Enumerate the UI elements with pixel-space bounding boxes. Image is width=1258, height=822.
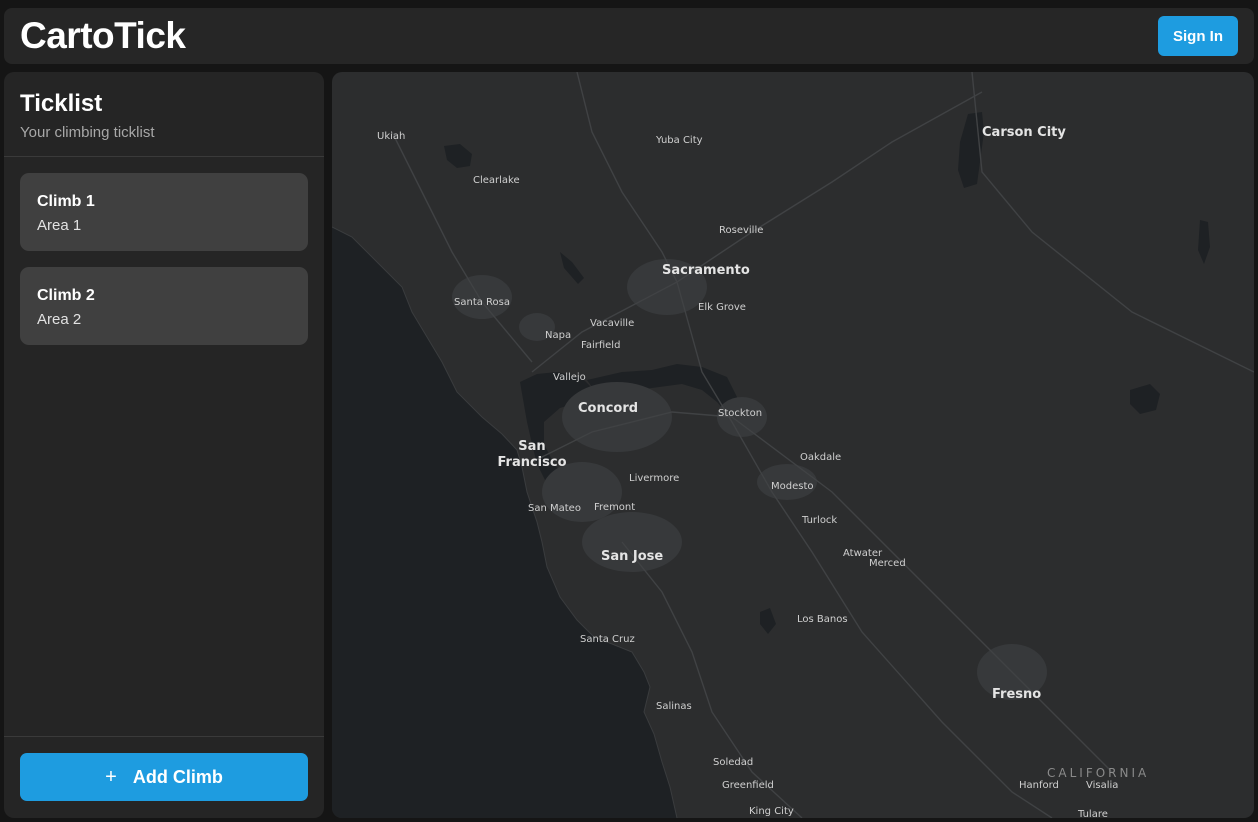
climb-card[interactable]: Climb 2 Area 2	[20, 267, 308, 345]
climb-area: Area 1	[37, 217, 82, 234]
city-label: Greenfield	[722, 780, 774, 791]
ticklist-subtitle: Your climbing ticklist	[20, 124, 155, 141]
plus-icon: +	[105, 765, 117, 788]
climb-card[interactable]: Climb 1 Area 1	[20, 173, 308, 251]
city-label: Stockton	[718, 408, 762, 419]
city-label: Ukiah	[377, 131, 405, 142]
city-label-major: San Jose	[601, 549, 663, 564]
city-label: Vallejo	[553, 372, 586, 383]
region-label: CALIFORNIA	[1047, 766, 1149, 780]
ticklist-header: Ticklist Your climbing ticklist	[4, 72, 324, 157]
city-label: Tulare	[1077, 809, 1108, 818]
add-climb-label: Add Climb	[132, 766, 223, 787]
city-label: Roseville	[719, 225, 763, 236]
city-label: Hanford	[1019, 780, 1059, 791]
app-logo: CartoTick	[20, 15, 186, 56]
lake	[760, 608, 776, 634]
ticklist-footer: + Add Climb	[4, 736, 324, 818]
climb-name: Climb 1	[37, 193, 95, 210]
add-climb-button[interactable]: + Add Climb	[20, 753, 308, 801]
city-label: Fairfield	[581, 340, 620, 351]
city-label: Visalia	[1086, 780, 1118, 791]
lake	[1198, 220, 1210, 264]
city-label: Clearlake	[473, 175, 520, 186]
city-label: Oakdale	[800, 452, 841, 463]
city-label: Yuba City	[655, 135, 703, 146]
city-label-major: Concord	[578, 401, 638, 416]
city-label: Elk Grove	[698, 302, 746, 313]
city-label: Vacaville	[590, 318, 634, 329]
city-label: Soledad	[713, 757, 753, 768]
city-label-major: Fresno	[992, 687, 1041, 702]
city-label: Turlock	[801, 515, 837, 526]
city-label: Los Banos	[797, 614, 848, 625]
map-view[interactable]: Carson City Sacramento Concord San Franci…	[332, 72, 1254, 818]
app-header: CartoTick Sign In	[4, 8, 1254, 64]
city-label: Santa Rosa	[454, 297, 510, 308]
ticklist-panel: Ticklist Your climbing ticklist Climb 1 …	[4, 72, 324, 818]
city-label: Modesto	[771, 481, 814, 492]
city-label-major: Sacramento	[662, 263, 750, 278]
map-canvas[interactable]: Carson City Sacramento Concord San Franci…	[332, 72, 1254, 818]
city-label: Santa Cruz	[580, 634, 635, 645]
city-label: Fremont	[594, 502, 635, 513]
sign-in-button[interactable]: Sign In	[1158, 16, 1238, 56]
city-label: Merced	[869, 558, 906, 569]
city-label: Livermore	[629, 473, 679, 484]
lake	[560, 252, 584, 284]
climb-name: Climb 2	[37, 287, 95, 304]
city-label: Salinas	[656, 701, 692, 712]
clear-lake	[444, 144, 472, 168]
climb-area: Area 2	[37, 311, 82, 328]
city-label: King City	[749, 806, 794, 817]
lake	[1130, 384, 1160, 414]
city-label-major: Carson City	[982, 125, 1066, 140]
ticklist-title: Ticklist	[20, 90, 103, 117]
climb-list: Climb 1 Area 1 Climb 2 Area 2	[4, 157, 324, 377]
city-label: Napa	[545, 330, 571, 341]
city-label: San Mateo	[528, 503, 581, 514]
